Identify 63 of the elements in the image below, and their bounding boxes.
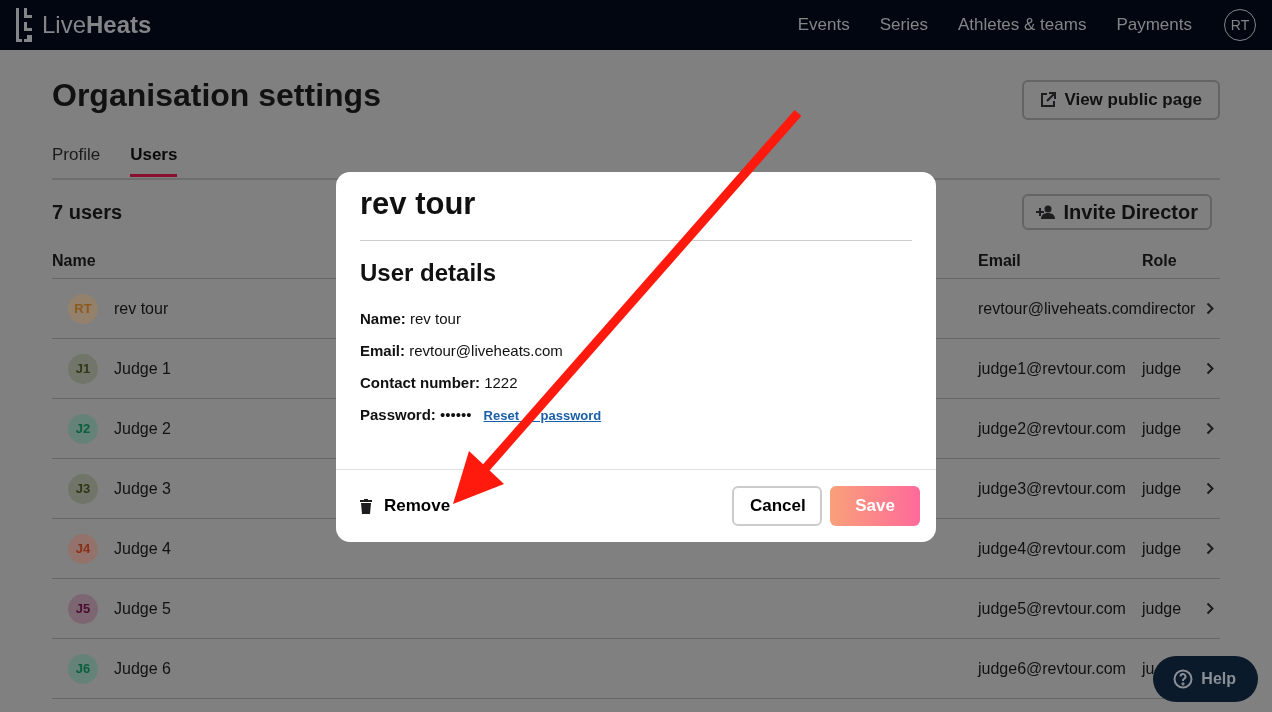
user-avatar: J1: [68, 353, 98, 384]
tab[interactable]: Profile: [52, 140, 101, 174]
user-avatar: J2: [68, 413, 98, 444]
user-role: judge: [1142, 419, 1182, 438]
remove-button[interactable]: Remove: [360, 496, 451, 516]
external-link-icon: [1040, 92, 1057, 108]
add-user-icon: [1035, 205, 1056, 219]
user-role: judge: [1142, 599, 1182, 618]
user-avatar: RT: [68, 293, 98, 324]
user-role: judge: [1142, 539, 1182, 558]
chevron-right-icon[interactable]: [1206, 422, 1214, 435]
user-email: judge2@revtour.com: [978, 419, 1127, 438]
user-avatar: J5: [68, 593, 98, 624]
reset-password-link[interactable]: Reset password: [483, 408, 602, 423]
cancel-button[interactable]: Cancel: [732, 486, 822, 526]
column-header: Role: [1142, 252, 1178, 270]
chevron-right-icon[interactable]: [1206, 542, 1214, 555]
nav-link[interactable]: Athletes & teams: [957, 15, 1087, 35]
user-avatar: J6: [68, 653, 98, 684]
user-count: 7 users: [52, 200, 123, 224]
user-role: ju: [1142, 659, 1155, 678]
detail-line: Email: revtour@liveheats.com: [360, 341, 564, 361]
user-name: Judge 6: [114, 659, 171, 678]
user-role: judge: [1142, 479, 1182, 498]
user-name: Judge 3: [114, 479, 171, 498]
nav-link[interactable]: Payments: [1116, 15, 1192, 35]
brand-name: LiveHeats: [42, 11, 152, 39]
dialog-title: rev tour: [360, 172, 912, 241]
password-line: Password: ••••••: [360, 406, 472, 423]
chevron-right-icon[interactable]: [1206, 482, 1214, 495]
tab[interactable]: Users: [130, 140, 178, 177]
chevron-right-icon[interactable]: [1206, 602, 1214, 615]
user-name: Judge 5: [114, 599, 171, 618]
page-title: Organisation settings: [52, 76, 381, 114]
detail-line: Name: rev tour: [360, 309, 462, 329]
invite-director-button[interactable]: Invite Director: [1021, 194, 1212, 230]
column-header: Email: [978, 252, 1022, 270]
view-public-page-button[interactable]: View public page: [1022, 80, 1220, 120]
column-header: Name: [52, 252, 97, 270]
nav-link[interactable]: Events: [797, 15, 850, 35]
help-icon: [1173, 669, 1194, 689]
user-email: judge1@revtour.com: [978, 359, 1127, 378]
user-email: judge5@revtour.com: [978, 599, 1127, 618]
user-email: judge3@revtour.com: [978, 479, 1127, 498]
detail-line: Contact number: 1222: [360, 373, 519, 393]
user-name: Judge 4: [114, 539, 171, 558]
chevron-right-icon[interactable]: [1206, 362, 1214, 375]
user-role: director: [1142, 299, 1196, 318]
user-name: Judge 2: [114, 419, 171, 438]
trash-icon: [360, 498, 372, 514]
section-heading: User details: [360, 258, 498, 288]
user-email: judge4@revtour.com: [978, 539, 1127, 558]
help-button[interactable]: Help: [1153, 656, 1258, 702]
user-email: revtour@liveheats.com: [978, 299, 1142, 318]
user-name: Judge 1: [114, 359, 171, 378]
user-email: judge6@revtour.com: [978, 659, 1127, 678]
user-avatar: J3: [68, 473, 98, 504]
nav-link[interactable]: Series: [879, 15, 928, 35]
logo-icon: [14, 8, 32, 42]
user-avatar: J4: [68, 533, 98, 564]
chevron-right-icon[interactable]: [1206, 302, 1214, 315]
user-name: rev tour: [114, 299, 169, 318]
user-role: judge: [1142, 359, 1182, 378]
